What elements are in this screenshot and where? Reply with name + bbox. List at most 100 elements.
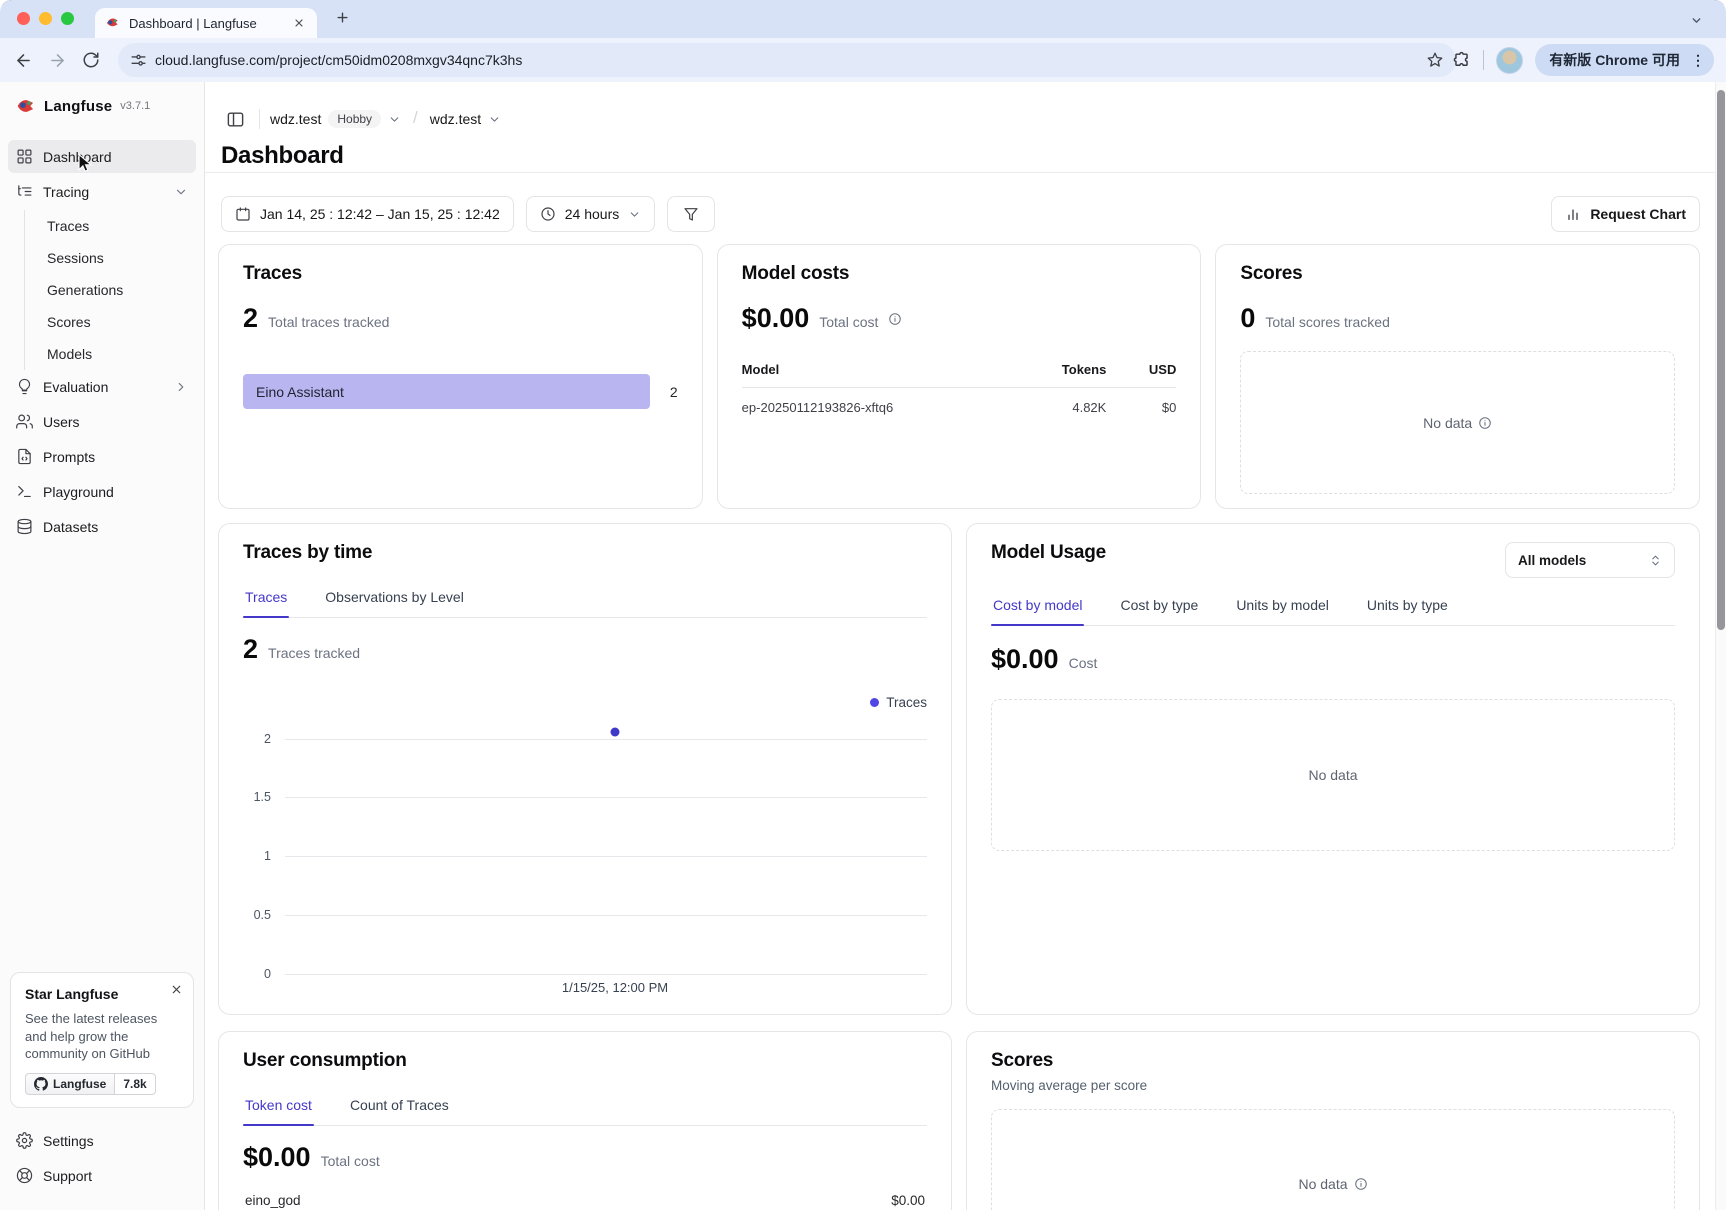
url-text[interactable]: cloud.langfuse.com/project/cm50idm0208mx…: [155, 52, 1426, 68]
sidebar: Langfuse v3.7.1 Dashboard Tracing: [0, 82, 205, 1210]
gridline: [285, 797, 927, 798]
model-costs-value: $0.00: [742, 303, 810, 334]
all-models-select[interactable]: All models: [1505, 542, 1675, 578]
card-model-costs: Model costs $0.00 Total cost Model Token…: [717, 244, 1202, 509]
col-tokens: Tokens: [1016, 362, 1106, 377]
project-selector[interactable]: wdz.test: [430, 111, 501, 127]
star-card-title: Star Langfuse: [25, 986, 179, 1002]
tab-close-icon[interactable]: [291, 15, 307, 31]
sidebar-item-playground[interactable]: Playground: [8, 475, 196, 508]
user-consumption-tabs: Token cost Count of Traces: [243, 1086, 927, 1126]
request-chart-label: Request Chart: [1590, 206, 1686, 222]
close-window-button[interactable]: [17, 12, 30, 25]
omnibox[interactable]: cloud.langfuse.com/project/cm50idm0208mx…: [118, 43, 1456, 77]
y-tick: 2: [243, 732, 271, 746]
time-preset-select[interactable]: 24 hours: [526, 196, 655, 232]
app: Langfuse v3.7.1 Dashboard Tracing: [0, 82, 1726, 1210]
chrome-update-button[interactable]: 有新版 Chrome 可用 ⋮: [1535, 44, 1714, 76]
sidebar-item-label: Scores: [47, 314, 91, 330]
sidebar-item-label: Evaluation: [43, 379, 108, 395]
model-costs-label: Total cost: [819, 314, 878, 330]
card-scores-moving-average: Scores Moving average per score No data: [966, 1031, 1700, 1210]
sidebar-item-traces[interactable]: Traces: [41, 210, 196, 242]
breadcrumb: wdz.test Hobby / wdz.test: [218, 102, 1700, 136]
sidebar-item-generations[interactable]: Generations: [41, 274, 196, 306]
chevron-down-icon: [388, 113, 401, 126]
user-consumption-value: $0.00: [243, 1142, 311, 1173]
date-range-value: Jan 14, 25 : 12:42 – Jan 15, 25 : 12:42: [260, 206, 500, 222]
user-row: eino_god $0.00: [243, 1193, 927, 1208]
sidebar-item-label: Users: [43, 414, 80, 430]
sidebar-item-prompts[interactable]: Prompts: [8, 440, 196, 473]
org-selector[interactable]: wdz.test Hobby: [270, 110, 401, 128]
reload-button[interactable]: [74, 43, 108, 77]
sidebar-toggle-icon[interactable]: [221, 105, 249, 133]
table-row: ep-20250112193826-xftq6 4.82K $0: [742, 388, 1177, 427]
scrollbar-thumb[interactable]: [1717, 90, 1725, 630]
extensions-icon[interactable]: [1452, 51, 1471, 70]
close-icon[interactable]: [170, 983, 183, 996]
tab-traces[interactable]: Traces: [243, 578, 289, 617]
github-star-count[interactable]: 7.8k: [115, 1073, 155, 1095]
legend-label: Traces: [886, 695, 927, 710]
back-button[interactable]: [6, 43, 40, 77]
date-range-picker[interactable]: Jan 14, 25 : 12:42 – Jan 15, 25 : 12:42: [221, 196, 514, 232]
request-chart-button[interactable]: Request Chart: [1551, 196, 1700, 232]
sidebar-item-users[interactable]: Users: [8, 405, 196, 438]
bar-chart-icon: [1565, 206, 1581, 222]
tab-units-by-type[interactable]: Units by type: [1365, 586, 1450, 625]
scores-total-label: Total scores tracked: [1265, 314, 1390, 330]
tab-units-by-model[interactable]: Units by model: [1234, 586, 1331, 625]
new-tab-button[interactable]: [335, 10, 350, 25]
traces-total-value: 2: [243, 303, 258, 334]
star-card-body: See the latest releases and help grow th…: [25, 1010, 179, 1063]
tab-search-button[interactable]: [1684, 8, 1708, 32]
no-data-label: No data: [1298, 1176, 1347, 1192]
minimize-window-button[interactable]: [39, 12, 52, 25]
info-icon[interactable]: [888, 312, 902, 326]
site-settings-icon[interactable]: [130, 52, 147, 69]
sidebar-item-tracing[interactable]: Tracing: [8, 175, 196, 208]
info-icon[interactable]: [1478, 416, 1492, 430]
sidebar-item-models[interactable]: Models: [41, 338, 196, 370]
sidebar-item-label: Generations: [47, 282, 123, 298]
filter-button[interactable]: [667, 196, 715, 232]
trace-bar-row: Eino Assistant 2: [243, 374, 678, 409]
sidebar-item-support[interactable]: Support: [8, 1159, 196, 1192]
tab-token-cost[interactable]: Token cost: [243, 1086, 314, 1125]
profile-avatar[interactable]: [1496, 47, 1523, 74]
model-usage-value: $0.00: [991, 644, 1059, 675]
sidebar-item-datasets[interactable]: Datasets: [8, 510, 196, 543]
browser-menu-icon[interactable]: ⋮: [1688, 52, 1708, 69]
sidebar-item-sessions[interactable]: Sessions: [41, 242, 196, 274]
zoom-window-button[interactable]: [61, 12, 74, 25]
trace-bar[interactable]: Eino Assistant: [243, 374, 650, 409]
time-preset-value: 24 hours: [565, 206, 619, 222]
trace-bar-label: Eino Assistant: [256, 384, 344, 400]
info-icon[interactable]: [1354, 1177, 1368, 1191]
tab-cost-by-type[interactable]: Cost by type: [1118, 586, 1200, 625]
page-scrollbar[interactable]: [1715, 82, 1726, 1210]
bookmark-star-icon[interactable]: [1426, 51, 1444, 69]
tab-observations-by-level[interactable]: Observations by Level: [323, 578, 466, 617]
forward-button[interactable]: [40, 43, 74, 77]
sidebar-item-label: Playground: [43, 484, 114, 500]
sidebar-item-scores[interactable]: Scores: [41, 306, 196, 338]
sidebar-item-evaluation[interactable]: Evaluation: [8, 370, 196, 403]
github-star-widget: Langfuse 7.8k: [25, 1073, 179, 1095]
browser-tab[interactable]: Dashboard | Langfuse: [95, 8, 317, 38]
tab-cost-by-model[interactable]: Cost by model: [991, 586, 1084, 625]
sidebar-item-settings[interactable]: Settings: [8, 1124, 196, 1157]
sidebar-item-dashboard[interactable]: Dashboard: [8, 140, 196, 173]
sidebar-item-label: Models: [47, 346, 92, 362]
gridline: [285, 974, 927, 975]
github-button[interactable]: Langfuse: [25, 1073, 115, 1095]
y-tick: 0: [243, 967, 271, 981]
dashboard-grid-icon: [16, 148, 33, 165]
window-controls: [17, 12, 74, 25]
traces-total-label: Total traces tracked: [268, 314, 389, 330]
select-value: All models: [1518, 553, 1586, 568]
screen: Dashboard | Langfuse: [0, 0, 1726, 1210]
gridline: [285, 739, 927, 740]
tab-count-of-traces[interactable]: Count of Traces: [348, 1086, 451, 1125]
